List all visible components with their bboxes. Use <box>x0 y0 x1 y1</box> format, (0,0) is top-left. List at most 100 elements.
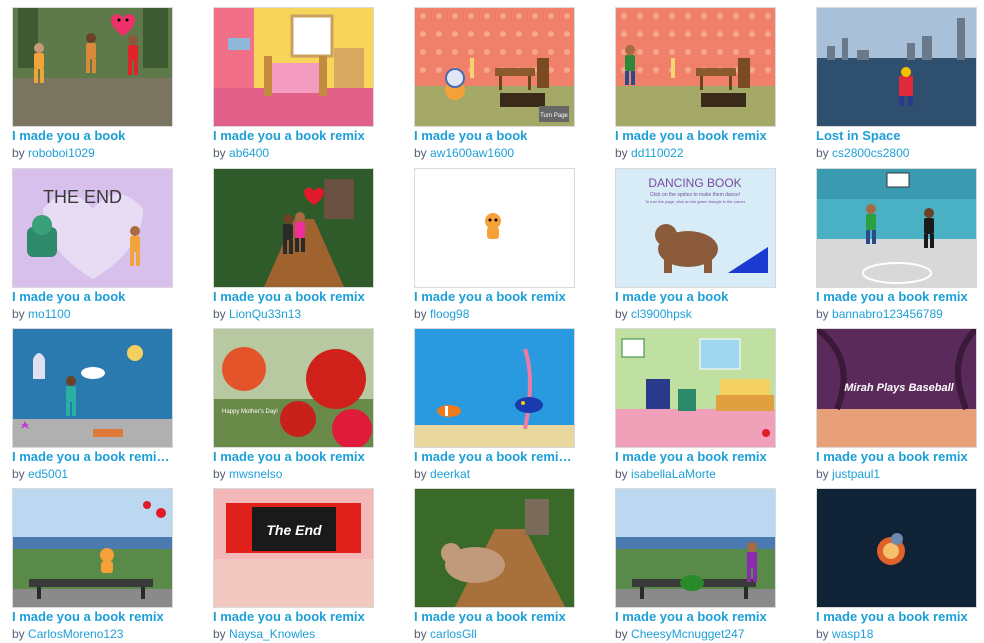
project-title-link[interactable]: I made you a book <box>12 289 173 304</box>
project-thumbnail[interactable]: The End <box>213 488 374 608</box>
svg-text:DANCING BOOK: DANCING BOOK <box>648 176 741 190</box>
project-card[interactable]: I made you a book remix by bannabro123456… <box>816 168 977 321</box>
project-title-link[interactable]: I made you a book remi… <box>414 449 575 464</box>
svg-text:Turn Page: Turn Page <box>540 113 568 119</box>
project-card[interactable]: Mirah Plays Baseball I made you a book re… <box>816 328 977 481</box>
by-label: by <box>816 627 829 641</box>
project-card[interactable]: THE END I made you a book by mo1100 <box>12 168 173 321</box>
owner-username-link[interactable]: isabellaLaMorte <box>631 467 716 481</box>
project-card[interactable]: Lost in Space by cs2800cs2800 <box>816 7 977 160</box>
owner-username-link[interactable]: mwsnelso <box>229 467 282 481</box>
project-card[interactable]: I made you a book remix by ab6400 <box>213 7 374 160</box>
project-thumbnail[interactable]: THE END <box>12 168 173 288</box>
project-title-link[interactable]: I made you a book remix <box>615 609 776 624</box>
project-owner: by isabellaLaMorte <box>615 467 776 481</box>
project-card[interactable]: The End I made you a book remix by Naysa_… <box>213 488 374 641</box>
project-thumbnail[interactable]: DANCING BOOK Click on the sprites to mak… <box>615 168 776 288</box>
project-thumbnail[interactable] <box>414 488 575 608</box>
project-title-link[interactable]: I made you a book remix <box>213 128 374 143</box>
owner-username-link[interactable]: justpaul1 <box>832 467 880 481</box>
owner-username-link[interactable]: ab6400 <box>229 146 269 160</box>
project-owner: by CarlosMoreno123 <box>12 627 173 641</box>
owner-username-link[interactable]: cl3900hpsk <box>631 307 692 321</box>
project-card[interactable]: Turn Page I made you a book by aw1600aw160… <box>414 7 575 160</box>
owner-username-link[interactable]: dd110022 <box>631 146 684 160</box>
owner-username-link[interactable]: CarlosMoreno123 <box>28 627 123 641</box>
project-card[interactable]: I made you a book remi… by deerkat <box>414 328 575 481</box>
owner-username-link[interactable]: Naysa_Knowles <box>229 627 315 641</box>
project-title-link[interactable]: I made you a book <box>414 128 575 143</box>
by-label: by <box>615 307 628 321</box>
project-card[interactable]: DANCING BOOK Click on the sprites to mak… <box>615 168 776 321</box>
project-thumbnail[interactable] <box>213 7 374 127</box>
project-title-link[interactable]: I made you a book remix <box>213 449 374 464</box>
project-title-link[interactable]: I made you a book remix <box>12 609 173 624</box>
project-thumbnail[interactable] <box>615 328 776 448</box>
owner-username-link[interactable]: ed5001 <box>28 467 68 481</box>
project-title-link[interactable]: I made you a book remix <box>816 609 977 624</box>
project-card[interactable]: I made you a book remix by carlosGll <box>414 488 575 641</box>
project-thumbnail[interactable] <box>414 328 575 448</box>
project-title-link[interactable]: I made you a book remi… <box>12 449 173 464</box>
owner-username-link[interactable]: LionQu33n13 <box>229 307 301 321</box>
project-title-link[interactable]: I made you a book remix <box>615 128 776 143</box>
project-title-link[interactable]: Lost in Space <box>816 128 977 143</box>
project-thumbnail[interactable] <box>816 168 977 288</box>
owner-username-link[interactable]: mo1100 <box>28 307 70 321</box>
project-thumbnail[interactable] <box>414 168 575 288</box>
owner-username-link[interactable]: bannabro123456789 <box>832 307 943 321</box>
project-thumbnail[interactable] <box>213 168 374 288</box>
by-label: by <box>213 627 226 641</box>
project-card[interactable]: I made you a book remix by CheesyMcnugget… <box>615 488 776 641</box>
project-thumbnail[interactable] <box>12 328 173 448</box>
project-title-link[interactable]: I made you a book remix <box>213 289 374 304</box>
project-owner: by LionQu33n13 <box>213 307 374 321</box>
svg-text:To turn the page, click on the: To turn the page, click on the green tri… <box>645 199 746 204</box>
project-thumbnail[interactable] <box>816 7 977 127</box>
project-title-link[interactable]: I made you a book remix <box>213 609 374 624</box>
project-owner: by Naysa_Knowles <box>213 627 374 641</box>
by-label: by <box>12 467 25 481</box>
project-thumbnail[interactable]: Mirah Plays Baseball <box>816 328 977 448</box>
project-owner: by ed5001 <box>12 467 173 481</box>
owner-username-link[interactable]: floog98 <box>430 307 469 321</box>
project-thumbnail[interactable]: Happy Mother's Day! <box>213 328 374 448</box>
project-card[interactable]: I made you a book remix by LionQu33n13 <box>213 168 374 321</box>
by-label: by <box>12 307 25 321</box>
project-owner: by mo1100 <box>12 307 173 321</box>
project-card[interactable]: I made you a book by roboboi1029 <box>12 7 173 160</box>
project-card[interactable]: I made you a book remix by floog98 <box>414 168 575 321</box>
project-title-link[interactable]: I made you a book remix <box>414 289 575 304</box>
owner-username-link[interactable]: CheesyMcnugget247 <box>631 627 744 641</box>
owner-username-link[interactable]: wasp18 <box>832 627 873 641</box>
project-thumbnail[interactable]: Turn Page <box>414 7 575 127</box>
project-thumbnail[interactable] <box>12 488 173 608</box>
owner-username-link[interactable]: deerkat <box>430 467 470 481</box>
owner-username-link[interactable]: carlosGll <box>430 627 477 641</box>
project-owner: by wasp18 <box>816 627 977 641</box>
project-thumbnail[interactable] <box>816 488 977 608</box>
project-card[interactable]: I made you a book remix by wasp18 <box>816 488 977 641</box>
project-card[interactable]: I made you a book remix by isabellaLaMort… <box>615 328 776 481</box>
project-owner: by cs2800cs2800 <box>816 146 977 160</box>
svg-text:Happy Mother's Day!: Happy Mother's Day! <box>222 409 278 415</box>
project-card[interactable]: Happy Mother's Day! I made you a book rem… <box>213 328 374 481</box>
by-label: by <box>615 627 628 641</box>
project-title-link[interactable]: I made you a book <box>615 289 776 304</box>
project-thumbnail[interactable] <box>615 488 776 608</box>
owner-username-link[interactable]: cs2800cs2800 <box>832 146 909 160</box>
project-title-link[interactable]: I made you a book remix <box>816 289 977 304</box>
project-thumbnail[interactable] <box>615 7 776 127</box>
project-title-link[interactable]: I made you a book remix <box>414 609 575 624</box>
project-title-link[interactable]: I made you a book <box>12 128 173 143</box>
project-thumbnail[interactable] <box>12 7 173 127</box>
project-title-link[interactable]: I made you a book remix <box>816 449 977 464</box>
by-label: by <box>213 307 226 321</box>
by-label: by <box>12 627 25 641</box>
owner-username-link[interactable]: roboboi1029 <box>28 146 95 160</box>
owner-username-link[interactable]: aw1600aw1600 <box>430 146 514 160</box>
project-card[interactable]: I made you a book remi… by ed5001 <box>12 328 173 481</box>
project-card[interactable]: I made you a book remix by dd110022 <box>615 7 776 160</box>
project-card[interactable]: I made you a book remix by CarlosMoreno12… <box>12 488 173 641</box>
project-title-link[interactable]: I made you a book remix <box>615 449 776 464</box>
